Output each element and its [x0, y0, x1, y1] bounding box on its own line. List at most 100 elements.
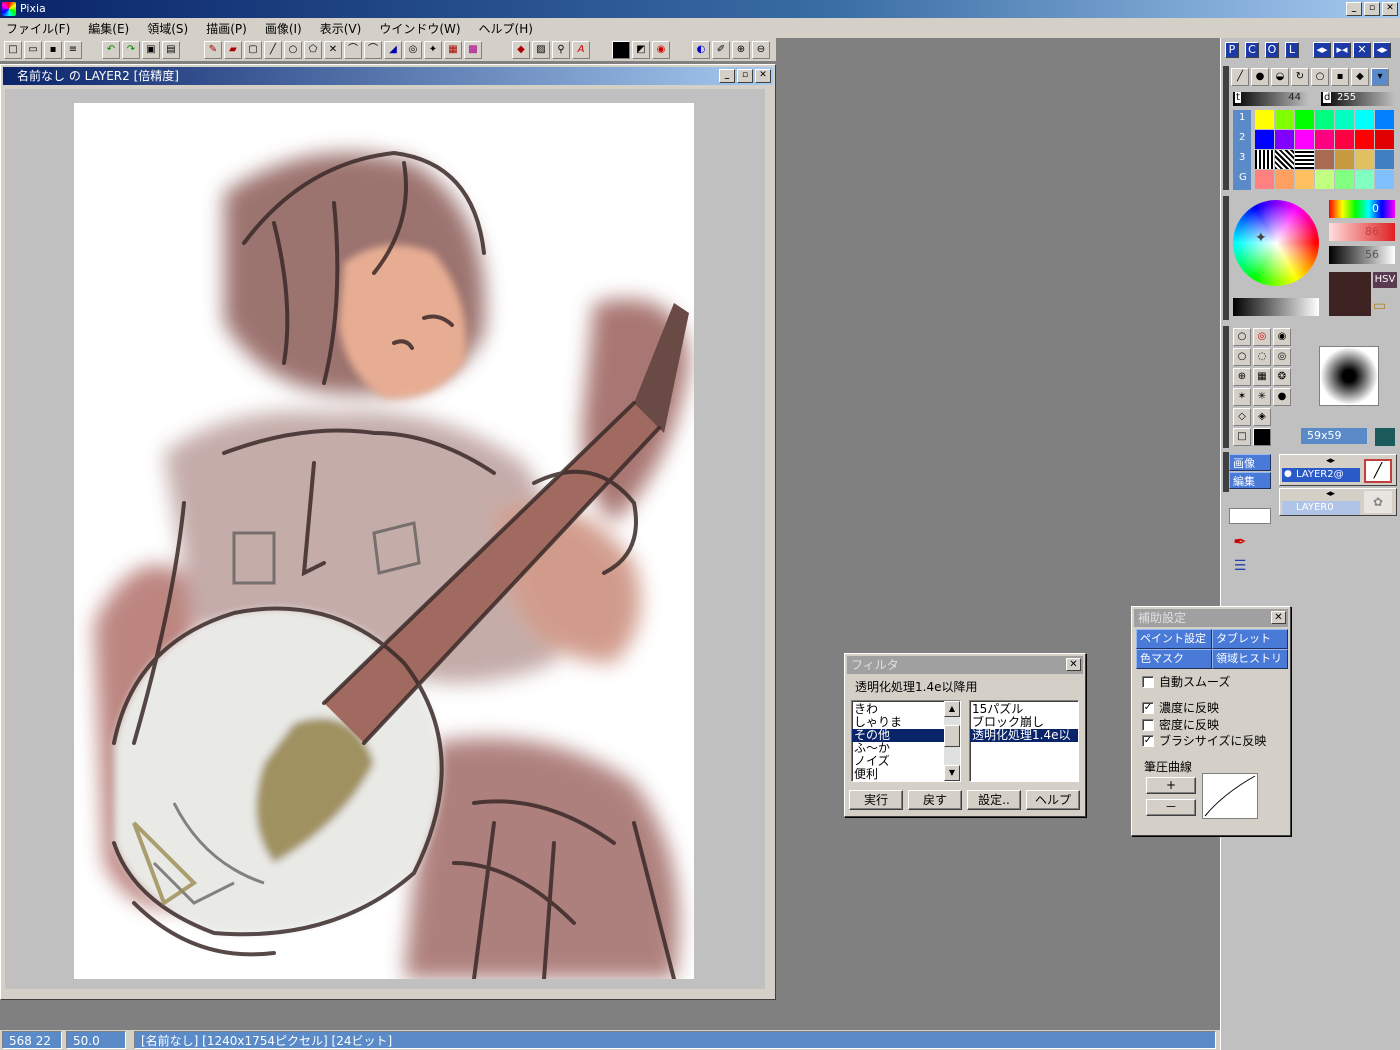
- layer-list-icon[interactable]: ☰: [1229, 558, 1251, 578]
- zoom-in-icon[interactable]: ⊕: [732, 41, 750, 59]
- density-reflect-checkbox[interactable]: ✓ 濃度に反映: [1142, 701, 1219, 715]
- brush-shape-icon[interactable]: ◈: [1253, 408, 1271, 426]
- swatch[interactable]: [1375, 130, 1394, 149]
- lasso-tool-icon[interactable]: ◎: [404, 41, 422, 59]
- brushsize-reflect-checkbox[interactable]: ✓ ブラシサイズに反映: [1142, 734, 1266, 748]
- save-icon[interactable]: ▪: [44, 41, 62, 59]
- list-item[interactable]: 15パズル: [970, 703, 1078, 716]
- help-button[interactable]: ヘルプ: [1026, 790, 1080, 810]
- current-color-swatch-icon[interactable]: [612, 41, 630, 59]
- zoom-tool-icon[interactable]: ⚲: [552, 41, 570, 59]
- expand-left-icon[interactable]: ◂▸: [1313, 42, 1331, 58]
- pattern-swatch[interactable]: [1335, 150, 1354, 169]
- maximize-button[interactable]: ▫: [1364, 2, 1380, 16]
- drawing-canvas[interactable]: [74, 103, 694, 979]
- tab-paint-settings[interactable]: ペイント設定: [1136, 629, 1212, 649]
- selection-tool-icon[interactable]: ▦: [444, 41, 462, 59]
- menu-view[interactable]: 表示(V): [320, 20, 362, 37]
- close-button[interactable]: ✕: [1382, 2, 1398, 16]
- pattern-swatch[interactable]: [1315, 150, 1334, 169]
- new-file-icon[interactable]: □: [4, 41, 22, 59]
- tab-color-mask[interactable]: 色マスク: [1136, 649, 1212, 669]
- red-tool-icon[interactable]: ◉: [652, 41, 670, 59]
- zoom-out-icon[interactable]: ⊖: [752, 41, 770, 59]
- thickness-reflect-box[interactable]: [1142, 719, 1154, 731]
- swatch[interactable]: [1295, 110, 1314, 129]
- swatch[interactable]: [1275, 110, 1294, 129]
- swatch[interactable]: [1315, 110, 1334, 129]
- canvas-area[interactable]: [5, 89, 765, 989]
- folder-icon[interactable]: ▭: [1373, 298, 1395, 316]
- layer-image-menu[interactable]: 画像: [1229, 454, 1271, 471]
- swatch[interactable]: [1255, 130, 1274, 149]
- swatch[interactable]: [1255, 170, 1274, 189]
- minimize-button[interactable]: _: [1346, 2, 1362, 16]
- layer-arrows-icon[interactable]: ◂▸: [1326, 456, 1335, 466]
- arc-tool-icon[interactable]: ⌒: [364, 41, 382, 59]
- thickness-reflect-checkbox[interactable]: 密度に反映: [1142, 718, 1219, 732]
- pen-brush-icon[interactable]: ╱: [1231, 68, 1249, 86]
- density-reflect-box[interactable]: ✓: [1142, 702, 1154, 714]
- dropdown-icon[interactable]: ▾: [1371, 68, 1389, 86]
- expand-right-icon[interactable]: ▸◂: [1333, 42, 1351, 58]
- current-color-preview[interactable]: [1329, 272, 1371, 316]
- pattern-swatch[interactable]: [1275, 150, 1294, 169]
- gray-gradient-bar[interactable]: [1233, 298, 1319, 316]
- list-item-selected[interactable]: 透明化処理1.4e以: [970, 729, 1078, 742]
- color-swap-icon[interactable]: ◩: [632, 41, 650, 59]
- layer-thumbnail[interactable]: ✿: [1364, 491, 1392, 513]
- brush-settings-icon[interactable]: ✐: [712, 41, 730, 59]
- layer-arrows-icon[interactable]: ◂▸: [1326, 489, 1335, 499]
- doc-maximize-button[interactable]: ▫: [737, 69, 753, 83]
- rotate-brush-icon[interactable]: ↻: [1291, 68, 1309, 86]
- undo-icon[interactable]: ↶: [102, 41, 120, 59]
- palette-row-3[interactable]: 3: [1239, 152, 1245, 163]
- swatch[interactable]: [1355, 130, 1374, 149]
- saturation-slider[interactable]: 86: [1329, 223, 1395, 241]
- pattern-tool-icon[interactable]: ▩: [464, 41, 482, 59]
- redo-icon[interactable]: ↷: [122, 41, 140, 59]
- swatch[interactable]: [1355, 170, 1374, 189]
- brush-shape-icon[interactable]: ❂: [1273, 368, 1291, 386]
- paste-icon[interactable]: ▤: [162, 41, 180, 59]
- panel-close-icon[interactable]: ✕: [1353, 42, 1371, 58]
- swatch[interactable]: [1255, 110, 1274, 129]
- brush-shape-icon[interactable]: ◉: [1273, 328, 1291, 346]
- print-icon[interactable]: ≡: [64, 41, 82, 59]
- doc-minimize-button[interactable]: _: [719, 69, 735, 83]
- auto-smooth-box[interactable]: [1142, 676, 1154, 688]
- stamp-tool-icon[interactable]: ◆: [512, 41, 530, 59]
- menu-help[interactable]: ヘルプ(H): [479, 20, 533, 37]
- swatch[interactable]: [1315, 170, 1334, 189]
- menu-draw[interactable]: 描画(P): [206, 20, 247, 37]
- revert-button[interactable]: 戻す: [908, 790, 962, 810]
- swatch[interactable]: [1295, 130, 1314, 149]
- list-item[interactable]: ブロック崩し: [970, 716, 1078, 729]
- swatch[interactable]: [1295, 170, 1314, 189]
- brush-shape-icon[interactable]: □: [1233, 428, 1251, 446]
- swatch[interactable]: [1335, 130, 1354, 149]
- density-slider[interactable]: t 44: [1233, 92, 1309, 106]
- eraser-tool-icon[interactable]: ▰: [224, 41, 242, 59]
- menu-file[interactable]: ファイル(F): [6, 20, 70, 37]
- settings-button[interactable]: 設定..: [967, 790, 1021, 810]
- pin-icon[interactable]: ✒: [1229, 532, 1251, 552]
- pen-tool-icon[interactable]: ✎: [204, 41, 222, 59]
- layer-edit-menu[interactable]: 編集: [1229, 472, 1271, 489]
- tab-option[interactable]: O: [1265, 42, 1279, 58]
- ellipse-tool-icon[interactable]: ○: [284, 41, 302, 59]
- tab-layer[interactable]: L: [1285, 42, 1299, 58]
- swatch[interactable]: [1335, 110, 1354, 129]
- auto-smooth-checkbox[interactable]: 自動スムーズ: [1142, 675, 1230, 689]
- layer-item-active[interactable]: ◂▸ LAYER2@ ● ╱: [1279, 454, 1397, 486]
- color-wheel[interactable]: ✦: [1233, 200, 1319, 286]
- diamond-brush-icon[interactable]: ◆: [1351, 68, 1369, 86]
- fill-tool-icon[interactable]: ◢: [384, 41, 402, 59]
- open-file-icon[interactable]: ▭: [24, 41, 42, 59]
- value-slider[interactable]: 56: [1329, 246, 1395, 264]
- tab-color[interactable]: C: [1245, 42, 1259, 58]
- curve-tool-icon[interactable]: ⌒: [344, 41, 362, 59]
- brush-shape-icon[interactable]: ○: [1233, 348, 1251, 366]
- doc-close-button[interactable]: ✕: [755, 69, 771, 83]
- brush-shape-icon[interactable]: ○: [1233, 328, 1251, 346]
